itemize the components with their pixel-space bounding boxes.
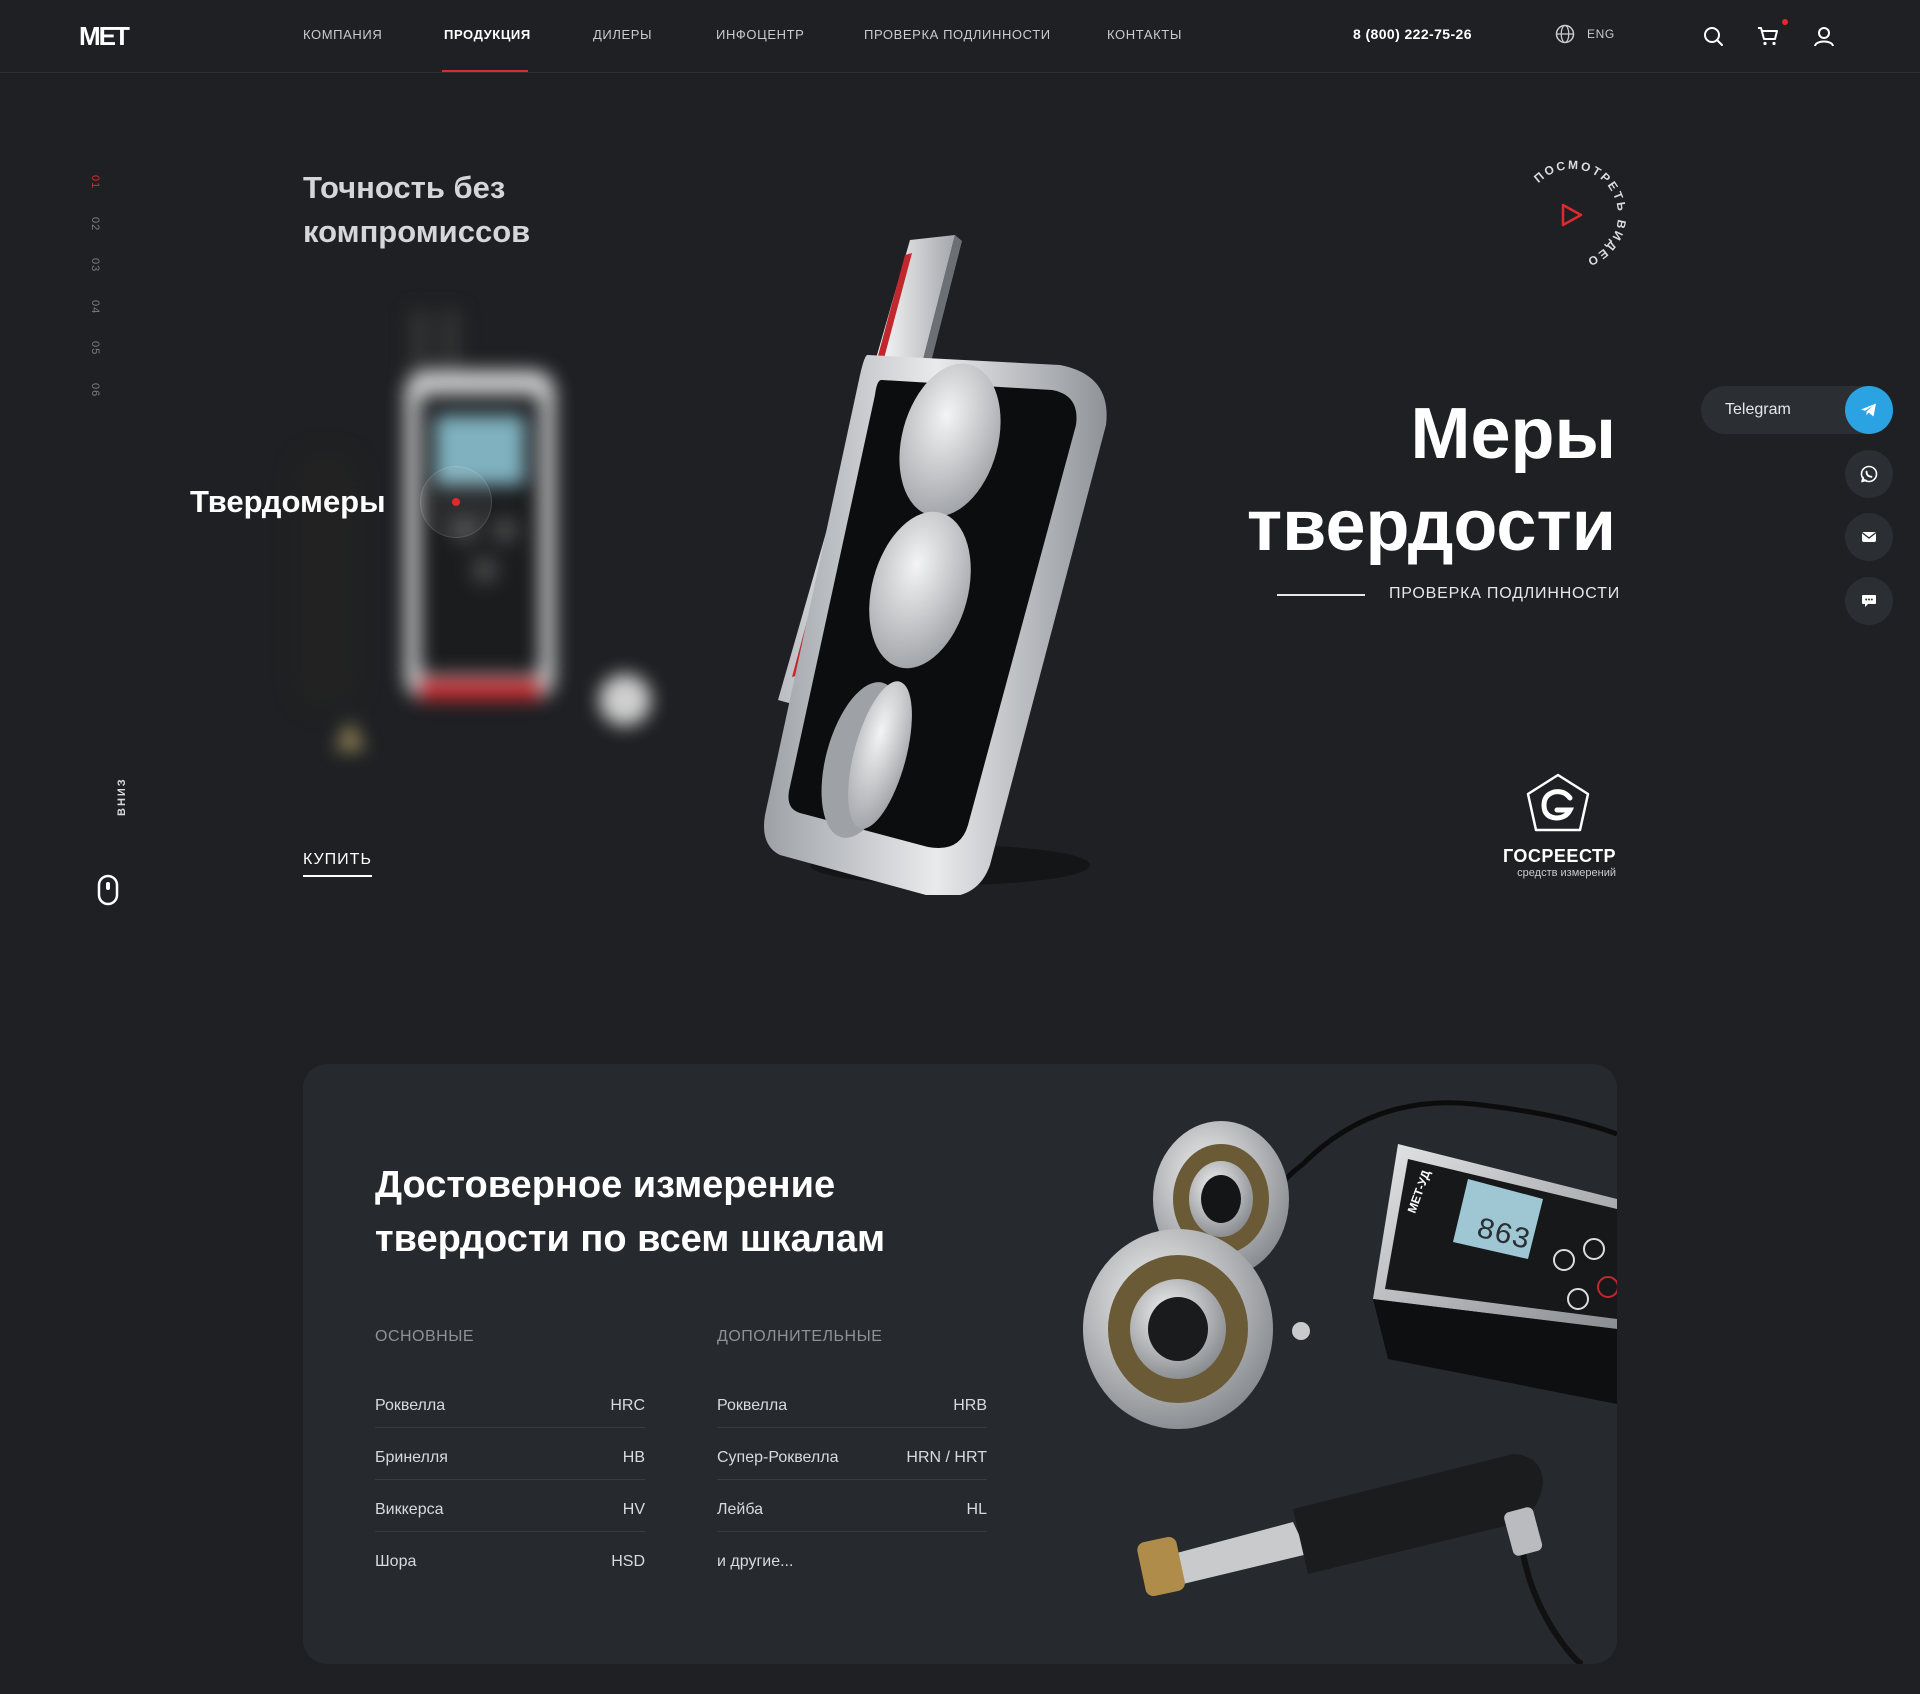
- telegram-icon: [1861, 403, 1876, 417]
- scale-row: и другие...: [717, 1532, 987, 1584]
- scale-row: Лейба HL: [717, 1480, 987, 1532]
- nav-contacts[interactable]: КОНТАКТЫ: [1107, 27, 1182, 42]
- mail-icon: [1862, 532, 1876, 542]
- scale-code: HL: [966, 1500, 987, 1518]
- hero-hover-dot: [452, 498, 460, 506]
- site-header: MET КОМПАНИЯ ПРОДУКЦИЯ ДИЛЕРЫ ИНФОЦЕНТР …: [0, 0, 1920, 73]
- gosreestr-subtitle: средств измерений: [1517, 867, 1616, 879]
- scale-name: Бринелля: [375, 1448, 448, 1466]
- globe-icon: [1555, 24, 1575, 44]
- whatsapp-icon: [1860, 465, 1878, 483]
- telegram-label[interactable]: Telegram: [1725, 401, 1791, 419]
- hardness-tester-blurred-image: [292, 310, 651, 750]
- authenticity-check-link[interactable]: ПРОВЕРКА ПОДЛИННОСТИ: [1389, 585, 1620, 603]
- scale-row: Виккерса HV: [375, 1480, 645, 1532]
- watch-video-button[interactable]: ПОСМОТРЕТЬ ВИДЕО: [1512, 155, 1632, 275]
- hardness-tester-bearings-photo: 863 МЕТ-УД: [1083, 1100, 1617, 1664]
- scale-name: Лейба: [717, 1500, 764, 1518]
- met-logo[interactable]: MET: [79, 22, 141, 48]
- language-label: ENG: [1587, 27, 1615, 41]
- main-scales-heading: ОСНОВНЫЕ: [375, 1328, 475, 1345]
- telegram-button[interactable]: [1845, 386, 1893, 434]
- slide-indicator-04[interactable]: 04: [89, 300, 101, 314]
- scale-code: HRC: [610, 1396, 645, 1414]
- nav-company[interactable]: КОМПАНИЯ: [303, 27, 382, 42]
- scale-code: HRN / HRT: [906, 1448, 987, 1466]
- user-icon[interactable]: [1811, 23, 1837, 49]
- hero-secondary-title[interactable]: Твердомеры: [190, 484, 386, 520]
- scale-row: Супер-Роквелла HRN / HRT: [717, 1428, 987, 1480]
- play-icon: [1561, 203, 1583, 227]
- slide-indicator-03[interactable]: 03: [89, 258, 101, 272]
- scale-name: Роквелла: [375, 1396, 446, 1414]
- scale-row: Роквелла HRC: [375, 1376, 645, 1428]
- nav-active-indicator: [442, 70, 528, 72]
- scroll-down-label[interactable]: ВНИЗ: [116, 777, 128, 816]
- scale-code: HSD: [611, 1553, 645, 1570]
- nav-authenticity[interactable]: ПРОВЕРКА ПОДЛИННОСТИ: [864, 27, 1051, 42]
- scale-code: HV: [622, 1500, 645, 1518]
- gosreestr-icon: [1526, 773, 1590, 832]
- nav-dealers[interactable]: ДИЛЕРЫ: [593, 27, 652, 42]
- scale-name: Виккерса: [375, 1500, 444, 1518]
- chat-button[interactable]: [1845, 577, 1893, 625]
- nav-infocenter[interactable]: ИНФОЦЕНТР: [716, 27, 804, 42]
- scale-name: и другие...: [717, 1553, 794, 1570]
- buy-button[interactable]: КУПИТЬ: [303, 851, 372, 877]
- hardness-scales-card: Достоверное измерение твердости по всем …: [303, 1064, 1617, 1664]
- search-icon[interactable]: [1700, 23, 1726, 49]
- scale-row: Роквелла HRB: [717, 1376, 987, 1428]
- slide-indicator-02[interactable]: 02: [89, 217, 101, 231]
- cart-badge: [1782, 19, 1788, 25]
- hardness-blocks-case-image: [764, 235, 1107, 895]
- scale-code: HRB: [953, 1396, 987, 1414]
- scale-row: Шора HSD: [375, 1532, 645, 1584]
- language-switcher[interactable]: ENG: [1555, 24, 1615, 44]
- whatsapp-button[interactable]: [1845, 450, 1893, 498]
- scale-name: Шора: [375, 1553, 417, 1570]
- scale-row: Бринелля HB: [375, 1428, 645, 1480]
- scale-name: Супер-Роквелла: [717, 1448, 839, 1466]
- scales-title: Достоверное измерение твердости по всем …: [375, 1164, 886, 1260]
- scale-name: Роквелла: [717, 1396, 788, 1414]
- cart-icon[interactable]: [1755, 23, 1781, 49]
- chat-icon: [1862, 595, 1876, 607]
- mouse-scroll-icon[interactable]: [97, 874, 119, 906]
- phone-link[interactable]: 8 (800) 222-75-26: [1353, 26, 1472, 42]
- hero-tagline: Точность без компромиссов: [303, 170, 531, 249]
- extra-scales-heading: ДОПОЛНИТЕЛЬНЫЕ: [717, 1328, 883, 1345]
- slide-indicator-05[interactable]: 05: [89, 341, 101, 355]
- verify-link-line: [1277, 594, 1365, 596]
- slide-indicator-01[interactable]: 01: [89, 175, 101, 189]
- slide-indicator-06[interactable]: 06: [89, 383, 101, 397]
- nav-products[interactable]: ПРОДУКЦИЯ: [444, 27, 531, 42]
- gosreestr-title: ГОСРЕЕСТР: [1502, 846, 1616, 866]
- scale-code: HB: [622, 1448, 645, 1466]
- email-button[interactable]: [1845, 513, 1893, 561]
- svg-text:MET: MET: [79, 22, 130, 48]
- hero-title: Меры твердости: [1246, 394, 1616, 566]
